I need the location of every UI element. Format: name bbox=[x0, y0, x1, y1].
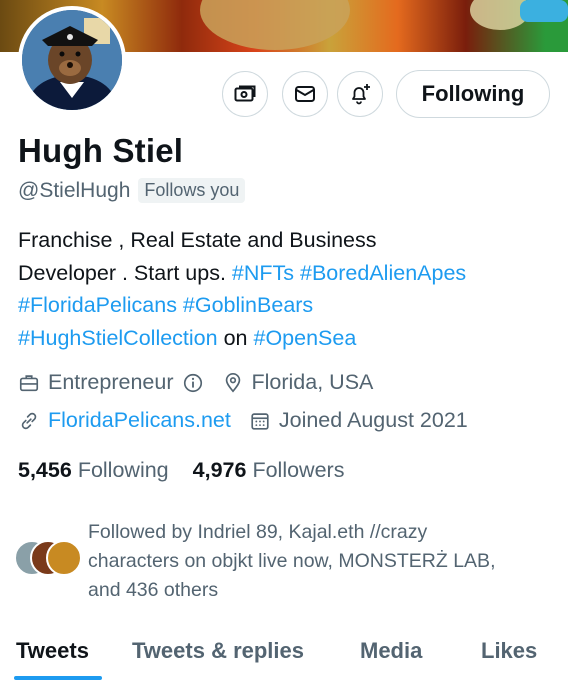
active-tab-indicator bbox=[14, 676, 102, 680]
bio-line-3: #FloridaPelicans #GoblinBears bbox=[18, 289, 558, 322]
profile-handle: @StielHugh bbox=[18, 178, 131, 202]
money-icon bbox=[234, 85, 256, 102]
bio-line-2: Developer . Start ups. #NFTs #BoredAlien… bbox=[18, 257, 558, 290]
joined-text: Joined August 2021 bbox=[278, 408, 468, 432]
website-link[interactable]: FloridaPelicans.net bbox=[48, 408, 231, 433]
profile-bio: Franchise , Real Estate and Business Dev… bbox=[18, 224, 558, 354]
profile-meta-row-1: Entrepreneur Florida, USA bbox=[18, 370, 373, 395]
followers-you-know-avatars[interactable] bbox=[14, 540, 84, 580]
hashtag-link[interactable]: #HughStielCollection bbox=[18, 326, 218, 350]
tip-button[interactable] bbox=[222, 71, 268, 117]
following-button[interactable]: Following bbox=[396, 70, 550, 118]
notifications-button[interactable] bbox=[337, 71, 383, 117]
calendar-icon bbox=[251, 412, 269, 430]
follows-you-badge: Follows you bbox=[138, 178, 246, 203]
location-text: Florida, USA bbox=[251, 370, 374, 394]
follow-counts: 5,456 Following 4,976 Followers bbox=[18, 458, 344, 483]
message-button[interactable] bbox=[282, 71, 328, 117]
followed-by-line-2: characters on objkt live now, MONSTERŻ L… bbox=[88, 550, 496, 572]
hashtag-link[interactable]: #OpenSea bbox=[253, 326, 356, 350]
avatar bbox=[46, 540, 82, 576]
bio-text: Developer . Start ups. bbox=[18, 260, 226, 285]
info-icon[interactable] bbox=[182, 372, 204, 394]
tab-likes[interactable]: Likes bbox=[481, 638, 537, 664]
link-icon bbox=[21, 412, 37, 429]
profile-tabs: Tweets Tweets & replies Media Likes bbox=[0, 628, 568, 680]
followed-by-line-3: and 436 others bbox=[88, 579, 219, 601]
followers-count-link[interactable]: 4,976 Followers bbox=[193, 458, 345, 483]
profession: Entrepreneur bbox=[18, 370, 204, 395]
briefcase-icon bbox=[19, 374, 39, 391]
profession-text: Entrepreneur bbox=[48, 370, 174, 394]
following-count-link[interactable]: 5,456 Following bbox=[18, 458, 169, 483]
avatar-bear-image bbox=[22, 10, 122, 110]
followed-by-line-1: Followed by Indriel 89, Kajal.eth //craz… bbox=[88, 521, 428, 543]
followers-label: Followers bbox=[252, 458, 345, 482]
tab-tweets[interactable]: Tweets bbox=[16, 638, 89, 664]
bio-line-4: #HughStielCollection on #OpenSea bbox=[18, 322, 558, 355]
bio-line-1: Franchise , Real Estate and Business bbox=[18, 228, 377, 252]
hashtag-link[interactable]: #FloridaPelicans #GoblinBears bbox=[18, 293, 313, 317]
profile-meta-row-2: FloridaPelicans.net Joined August 2021 bbox=[18, 408, 468, 433]
following-label: Following bbox=[77, 458, 169, 482]
following-count: 5,456 bbox=[18, 458, 72, 482]
notification-bell-plus-icon bbox=[352, 84, 370, 105]
mail-icon bbox=[295, 86, 315, 102]
tab-tweets-replies[interactable]: Tweets & replies bbox=[132, 638, 304, 664]
handle-row: @StielHugh Follows you bbox=[18, 178, 246, 203]
avatar[interactable] bbox=[18, 6, 126, 114]
profile-name: Hugh Stiel bbox=[18, 132, 184, 169]
tab-media[interactable]: Media bbox=[360, 638, 422, 664]
location: Florida, USA bbox=[222, 370, 374, 395]
join-date: Joined August 2021 bbox=[249, 408, 468, 433]
followers-you-know-text[interactable]: Followed by Indriel 89, Kajal.eth //craz… bbox=[88, 518, 548, 605]
bio-text: on bbox=[223, 325, 248, 350]
hashtag-link[interactable]: #NFTs #BoredAlienApes bbox=[232, 261, 466, 285]
followers-count: 4,976 bbox=[192, 458, 247, 482]
website[interactable]: FloridaPelicans.net bbox=[18, 408, 231, 433]
location-pin-icon bbox=[225, 372, 240, 393]
